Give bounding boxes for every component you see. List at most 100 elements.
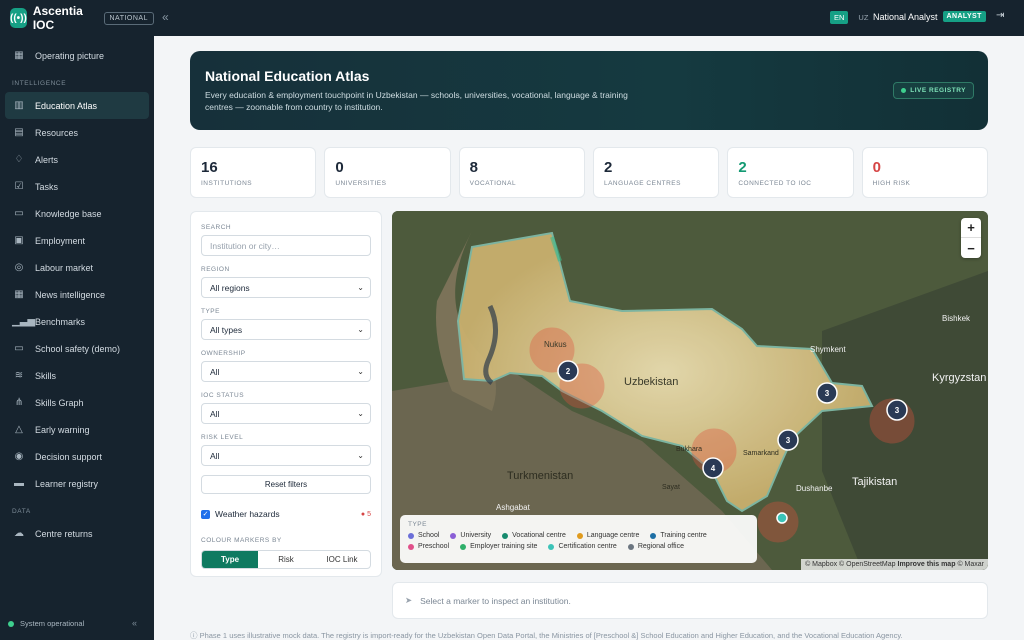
stat-value: 0	[872, 159, 881, 176]
cursor-arrow-icon: ➤	[405, 595, 413, 605]
sidebar-nav: ▦ Operating picture INTELLIGENCE ▥ Educati…	[5, 42, 149, 547]
sidebar-item-school-safety[interactable]: ▭ School safety (demo)	[5, 335, 149, 362]
svg-text:3: 3	[825, 389, 830, 398]
cluster-marker[interactable]: 3	[777, 429, 799, 451]
sidebar-item-skills[interactable]: ≋ Skills	[5, 362, 149, 389]
colour-markers-label: COLOUR MARKERS BY	[201, 537, 282, 544]
map-label-nukus: Nukus	[544, 340, 567, 349]
ownership-select[interactable]: All ⌄	[201, 361, 371, 382]
sidebar-item-knowledge-base[interactable]: ▭ Knowledge base	[5, 200, 149, 227]
sidebar-item-employment[interactable]: ▣ Employment	[5, 227, 149, 254]
logout-icon[interactable]: ⇥	[996, 10, 1004, 21]
stat-card-connected: 2 CONNECTED TO IOC	[727, 147, 854, 198]
chevron-down-icon: ⌄	[357, 367, 364, 376]
type-select[interactable]: All types ⌄	[201, 319, 371, 340]
cluster-marker[interactable]: 4	[702, 457, 724, 479]
stat-card-vocational: 8 VOCATIONAL	[458, 147, 585, 198]
svg-text:4: 4	[711, 464, 716, 473]
education-map[interactable]: Uzbekistan Turkmenistan Kyrgyzstan Tajik…	[392, 211, 988, 570]
stat-label: VOCATIONAL	[469, 180, 517, 187]
sidebar-item-label: Early warning	[35, 424, 90, 435]
hero-banner: National Education Atlas Every education…	[190, 51, 988, 130]
map-label-bishkek: Bishkek	[942, 314, 971, 323]
sidebar-item-centre-returns[interactable]: ☁ Centre returns	[5, 520, 149, 547]
sidebar-item-label: Tasks	[35, 181, 59, 192]
sidebar-item-skills-graph[interactable]: ⋔ Skills Graph	[5, 389, 149, 416]
graph-icon: ⋔	[14, 397, 24, 408]
collapse-sidebar-icon[interactable]: «	[132, 618, 137, 628]
colour-by-type-button[interactable]: Type	[202, 551, 258, 568]
live-dot-icon	[901, 88, 907, 93]
legend-item-university: University	[450, 532, 491, 539]
sidebar-item-alerts[interactable]: ♢ Alerts	[5, 146, 149, 173]
zoom-out-button[interactable]: −	[961, 238, 981, 258]
risk-level-value: All	[210, 450, 220, 461]
institution-marker[interactable]	[776, 512, 788, 524]
map-label-bukhara: Bukhara	[676, 446, 702, 453]
legend-item-preschool: Preschool	[408, 543, 449, 550]
improve-map-link[interactable]: Improve this map	[898, 561, 956, 568]
lang-uz-button[interactable]: UZ	[854, 11, 872, 24]
sidebar-item-benchmarks[interactable]: ▁▃▅ Benchmarks	[5, 308, 149, 335]
region-select[interactable]: All regions ⌄	[201, 277, 371, 298]
legend-item-school: School	[408, 532, 439, 539]
legend-item-language: Language centre	[576, 532, 639, 539]
colour-by-ioc-link-button[interactable]: IOC Link	[314, 551, 370, 568]
zoom-in-button[interactable]: +	[961, 218, 981, 238]
sidebar-item-operating-picture[interactable]: ▦ Operating picture	[5, 42, 149, 69]
sidebar-item-resources[interactable]: ▤ Resources	[5, 119, 149, 146]
stat-value: 2	[603, 159, 613, 176]
map-attribution: © Mapbox © OpenStreetMap Improve this ma…	[801, 559, 988, 570]
sidebar-item-learner-registry[interactable]: ▬ Learner registry	[5, 470, 149, 497]
risk-level-select[interactable]: All ⌄	[201, 445, 371, 466]
briefcase-icon: ▣	[14, 235, 24, 246]
cluster-marker[interactable]: 2	[557, 360, 579, 382]
sidebar-item-early-warning[interactable]: △ Early warning	[5, 416, 149, 443]
warning-icon: △	[15, 424, 23, 435]
sidebar-item-label: Alerts	[35, 154, 59, 165]
page-title: National Education Atlas	[205, 68, 370, 84]
sidebar-item-label: Skills	[35, 370, 57, 381]
cluster-marker[interactable]: 3	[886, 399, 908, 421]
sidebar-item-label: Labour market	[35, 262, 94, 273]
id-card-icon: ▬	[14, 478, 24, 489]
search-input[interactable]: Institution or city…	[201, 235, 371, 256]
checkbox-checked-icon[interactable]: ✓	[201, 509, 210, 519]
legend-title: TYPE	[408, 521, 427, 528]
region-value: All regions	[210, 282, 250, 293]
weather-hazards-toggle[interactable]: ✓ Weather hazards ● 5	[201, 509, 371, 519]
ownership-value: All	[210, 366, 220, 377]
chevron-down-icon: ⌄	[357, 409, 364, 418]
collapse-nav-icon[interactable]: «	[162, 10, 169, 24]
chevron-down-icon: ⌄	[357, 451, 364, 460]
filter-panel: SEARCH Institution or city… REGION All r…	[190, 211, 382, 577]
risk-level-label: RISK LEVEL	[201, 434, 244, 441]
sidebar-item-education-atlas[interactable]: ▥ Education Atlas	[5, 92, 149, 119]
sidebar-item-news-intelligence[interactable]: ▦ News intelligence	[5, 281, 149, 308]
camera-icon: ▭	[14, 343, 24, 354]
sidebar-item-label: Employment	[35, 235, 86, 246]
cloud-upload-icon: ☁	[14, 528, 24, 539]
data-footnote: ⓘ Phase 1 uses illustrative mock data. T…	[190, 631, 903, 640]
colour-by-risk-button[interactable]: Risk	[258, 551, 314, 568]
sidebar-item-labour-market[interactable]: ◎ Labour market	[5, 254, 149, 281]
lang-en-button[interactable]: EN	[830, 11, 849, 24]
user-menu[interactable]: National Analyst ANALYST	[873, 11, 986, 22]
ioc-status-select[interactable]: All ⌄	[201, 403, 371, 424]
type-value: All types	[210, 324, 243, 335]
gauge-icon: ▦	[14, 50, 24, 61]
news-icon: ▦	[14, 289, 24, 300]
stat-value: 8	[469, 159, 478, 176]
broadcast-icon: ((•))	[10, 8, 27, 28]
sidebar-item-decision-support[interactable]: ◉ Decision support	[5, 443, 149, 470]
inspect-hint: Select a marker to inspect an institutio…	[420, 595, 571, 606]
map-label-dushanbe: Dushanbe	[796, 484, 833, 493]
stat-value: 2	[738, 159, 747, 176]
resources-icon: ▤	[14, 127, 24, 138]
region-label: REGION	[201, 266, 230, 273]
reset-filters-button[interactable]: Reset filters	[201, 475, 371, 494]
sidebar-item-tasks[interactable]: ☑ Tasks	[5, 173, 149, 200]
sidebar-item-label: Learner registry	[35, 478, 99, 489]
brand[interactable]: ((•)) Ascentia IOC NATIONAL	[10, 4, 154, 32]
cluster-marker[interactable]: 3	[816, 382, 838, 404]
